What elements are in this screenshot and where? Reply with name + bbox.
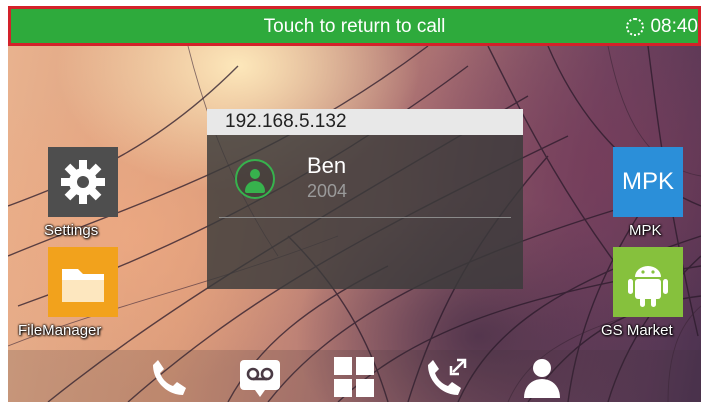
- app-label-gs-market: GS Market: [601, 322, 673, 339]
- phone-icon[interactable]: [146, 354, 192, 400]
- folder-icon: [48, 247, 118, 317]
- app-filemanager[interactable]: FileManager: [18, 247, 118, 342]
- contact-row[interactable]: Ben 2004: [207, 135, 523, 218]
- call-transfer-icon[interactable]: [425, 354, 471, 400]
- sync-spinner-icon: [626, 18, 645, 36]
- status-right-group: 08:40: [626, 16, 698, 38]
- app-gs-market[interactable]: GS Market: [601, 247, 683, 342]
- android-icon: [613, 247, 683, 317]
- mpk-icon: MPK: [613, 147, 683, 217]
- app-mpk[interactable]: MPK MPK: [613, 147, 683, 242]
- call-ip-address: 192.168.5.132: [207, 109, 523, 135]
- return-to-call-bar[interactable]: Touch to return to call 08:40: [8, 6, 701, 46]
- apps-grid-icon[interactable]: [331, 354, 377, 400]
- voicemail-icon[interactable]: [237, 354, 283, 400]
- status-time: 08:40: [650, 16, 698, 37]
- app-settings[interactable]: Settings: [44, 147, 118, 242]
- contact-avatar-icon: [235, 159, 275, 199]
- app-label-mpk: MPK: [629, 222, 662, 239]
- phone-screen: Touch to return to call 08:40 192.168.5.…: [8, 6, 701, 402]
- app-label-filemanager: FileManager: [18, 322, 102, 339]
- gear-icon: [48, 147, 118, 217]
- contact-number: 2004: [307, 181, 348, 201]
- contact-name: Ben: [307, 153, 347, 178]
- return-to-call-text: Touch to return to call: [263, 16, 446, 37]
- popup-divider: [219, 217, 511, 218]
- call-popup[interactable]: 192.168.5.132 Ben 2004: [207, 109, 523, 289]
- dock-bar: [8, 350, 701, 402]
- contacts-icon[interactable]: [519, 354, 565, 400]
- app-label-settings: Settings: [44, 222, 99, 239]
